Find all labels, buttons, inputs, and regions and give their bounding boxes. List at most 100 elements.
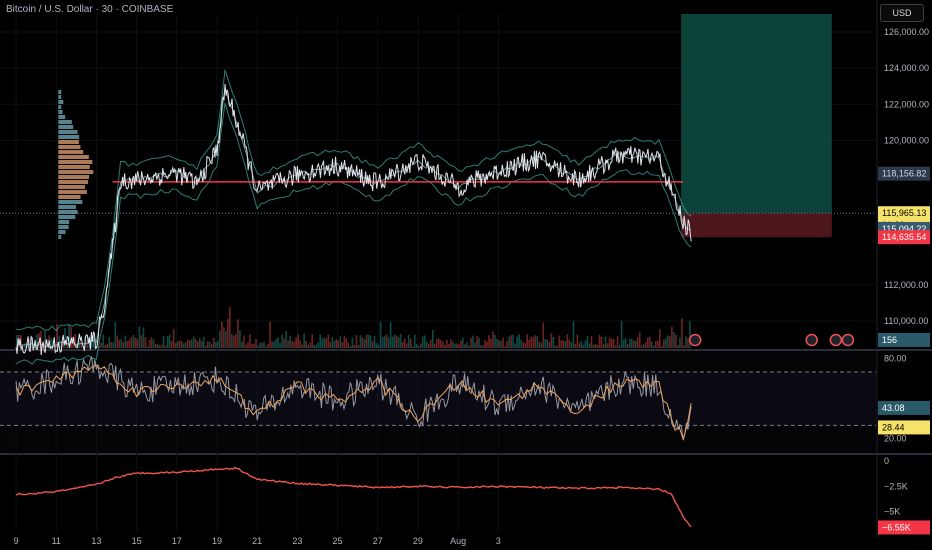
volume-bar [413, 334, 416, 348]
volume-bar [470, 337, 472, 348]
volume-bar [241, 341, 243, 348]
volume-bar [148, 339, 151, 348]
volume-bar [387, 337, 390, 348]
volume-bar [140, 335, 143, 348]
volume-bar [482, 345, 484, 348]
volume-bar [683, 345, 685, 348]
volume-bar [665, 338, 667, 348]
volume-bar [184, 342, 187, 348]
volume-bar [540, 342, 543, 348]
y-tick-label: 122,000.00 [884, 99, 929, 109]
volume-bar [379, 321, 382, 348]
volume-bar [170, 341, 173, 348]
volume-bar [154, 344, 157, 348]
volume-bar [293, 342, 295, 348]
volume-bar [142, 327, 145, 348]
volume-bar [305, 340, 307, 348]
volume-bar [610, 338, 613, 348]
volume-bar [502, 337, 504, 348]
volume-bar [311, 334, 314, 348]
rsi-y-tick-label: 80.00 [884, 354, 907, 364]
volume-bar [562, 340, 565, 348]
volume-bar [429, 339, 432, 348]
volume-bar [685, 336, 687, 348]
volume-bar [671, 326, 673, 348]
volume-bar [474, 342, 476, 348]
chart-canvas[interactable]: 9 11 13 15 17 19 21 23 25 27 29 Aug 3 126,000.00 124,0… [0, 0, 932, 550]
volume-profile-bar [58, 195, 81, 199]
volume-bar [371, 341, 374, 348]
volume-bar [572, 321, 575, 348]
chart-title: Bitcoin / U.S. Dollar · 30 · COINBASE [6, 4, 174, 15]
y-tick-label: 112,000.00 [884, 280, 928, 290]
volume-bar [321, 338, 324, 348]
volume-bar [677, 345, 679, 348]
volume-bar [152, 339, 155, 348]
volume-bar [626, 344, 629, 348]
volume-profile-bar [58, 225, 69, 229]
volume-bar [397, 337, 400, 348]
cvd-y-tick-label: −2.5K [884, 481, 908, 491]
volume-bar [618, 344, 621, 348]
volume-bar [319, 334, 322, 348]
volume-bar [124, 335, 127, 348]
volume-profile-bar [58, 100, 64, 104]
volume-bar [440, 340, 442, 348]
volume-bar [444, 345, 446, 348]
cvd-y-tick-label: −5K [884, 507, 900, 517]
volume-bar [102, 334, 105, 348]
volume-bar [478, 337, 480, 348]
volume-profile-bar [58, 170, 94, 174]
volume-bar [166, 336, 169, 348]
volume-bar [307, 344, 310, 348]
volume-bar [652, 345, 655, 348]
volume-bar [624, 337, 627, 348]
volume-profile-bar [58, 220, 70, 224]
volume-bar [415, 344, 418, 348]
position-stop-zone [681, 213, 832, 238]
currency-button[interactable]: USD [880, 4, 924, 22]
volume-bar [235, 334, 237, 348]
volume-bar [243, 335, 245, 348]
y-tick-label: 126,000.00 [884, 27, 929, 37]
volume-bar [279, 342, 281, 348]
volume-bar [116, 335, 119, 348]
volume-bar [556, 345, 559, 348]
volume-bar [112, 342, 115, 348]
volume-bar [620, 320, 623, 348]
volume-bar [594, 343, 597, 348]
volume-profile-bar [58, 155, 89, 159]
volume-profile-bar [58, 190, 87, 194]
rsi-y-tick-label: 20.00 [884, 434, 907, 444]
volume-bar [229, 307, 231, 348]
volume-bar [661, 345, 663, 348]
volume-bar [634, 340, 637, 348]
volume-bar [118, 339, 121, 348]
volume-bar [341, 342, 344, 348]
price-label-last: 115,965.13 [882, 208, 926, 218]
volume-bar [345, 338, 348, 348]
cvd-value-label: −6.55K [882, 522, 911, 532]
volume-bar [628, 338, 631, 348]
volume-bar [273, 341, 275, 348]
volume-bar [138, 326, 141, 348]
volume-bar [347, 342, 350, 348]
volume-bar [253, 343, 255, 348]
volume-bar [289, 335, 291, 348]
volume-profile-bar [58, 145, 81, 149]
volume-profile-bar [58, 115, 66, 119]
volume-profile-bar [58, 90, 62, 94]
volume-bar [580, 341, 583, 348]
volume-bar [526, 334, 529, 348]
volume-bar [550, 333, 553, 348]
x-tick-label: 23 [292, 536, 302, 546]
volume-bar [433, 343, 436, 348]
volume-bar [510, 335, 512, 348]
volume-bar [257, 345, 259, 348]
volume-bar [512, 334, 514, 348]
volume-profile-bar [58, 130, 78, 134]
volume-bar [454, 343, 456, 348]
volume-bar [385, 334, 388, 348]
volume-bar [548, 341, 551, 348]
volume-bar [377, 344, 380, 348]
